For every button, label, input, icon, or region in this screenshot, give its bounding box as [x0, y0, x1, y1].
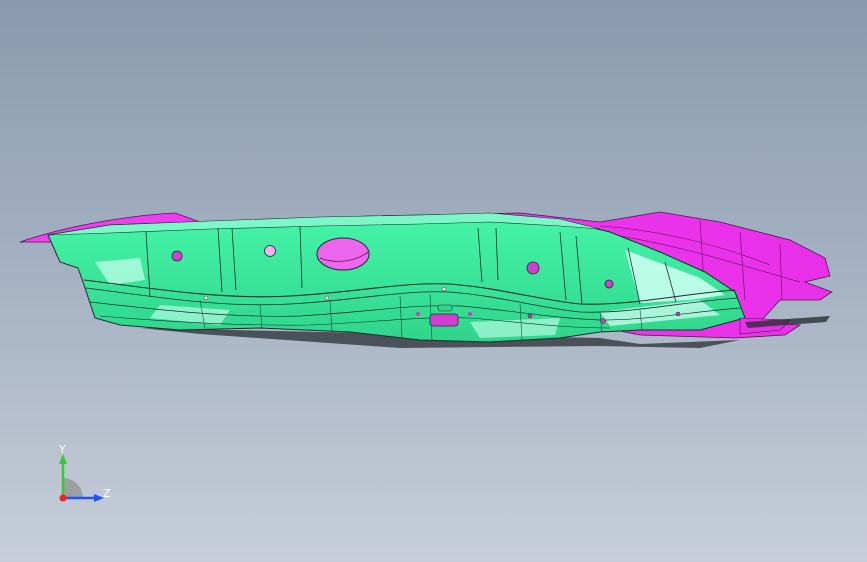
- 3d-model-view[interactable]: [0, 0, 867, 562]
- cad-viewport[interactable]: Y Z: [0, 0, 867, 562]
- x-axis-icon: [59, 494, 67, 502]
- y-axis-label: Y: [59, 443, 66, 456]
- z-axis-label: Z: [103, 487, 111, 500]
- triad-plane-icon: [63, 478, 83, 498]
